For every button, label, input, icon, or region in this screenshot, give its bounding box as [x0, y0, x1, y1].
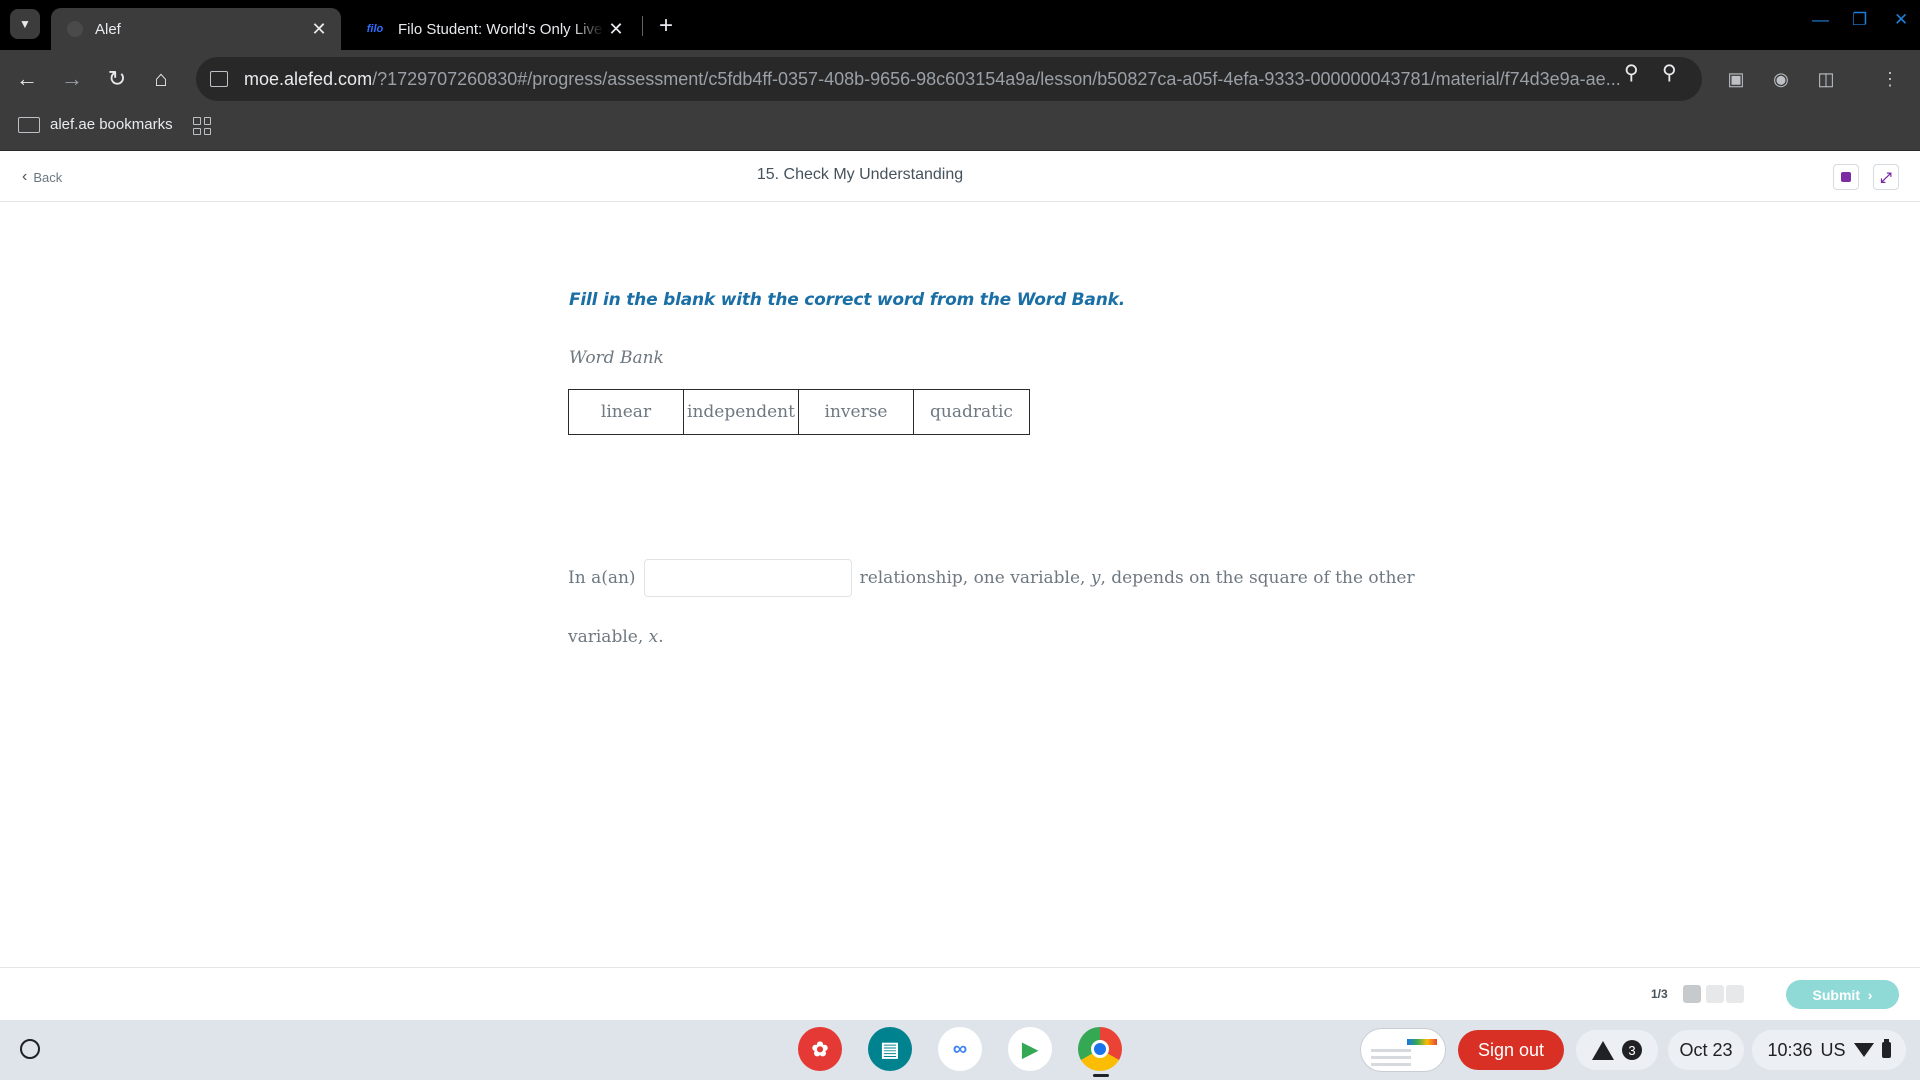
- back-arrow-icon[interactable]: ←: [12, 64, 42, 94]
- menu-kebab-icon[interactable]: ⋮: [1878, 67, 1902, 91]
- variable-x: x: [648, 627, 659, 647]
- page-dot-3[interactable]: [1726, 985, 1744, 1003]
- folder-icon: [18, 116, 40, 133]
- url-host: moe.alefed.com: [244, 68, 373, 89]
- close-icon[interactable]: ✕: [604, 19, 628, 40]
- note-icon: [1841, 172, 1851, 182]
- question-area: Fill in the blank with the correct word …: [0, 202, 1920, 967]
- question-instruction: Fill in the blank with the correct word …: [569, 290, 1125, 310]
- word-bank-item: independent: [684, 390, 799, 434]
- sentence-line2: variable,: [568, 627, 644, 647]
- lesson-header: ‹ Back 15. Check My Understanding ⤢: [0, 151, 1920, 202]
- bookmark-folder-label: alef.ae bookmarks: [50, 116, 173, 133]
- site-info-icon[interactable]: [210, 71, 228, 87]
- sign-out-button[interactable]: Sign out: [1458, 1030, 1564, 1070]
- notes-button[interactable]: [1833, 164, 1859, 190]
- launcher-icon[interactable]: [20, 1039, 40, 1059]
- chrome-icon[interactable]: [1078, 1027, 1122, 1071]
- close-icon[interactable]: ✕: [307, 19, 331, 40]
- tab-alef[interactable]: Alef ✕: [51, 8, 341, 50]
- sentence-after-y: , depends on the square of the other: [1100, 568, 1415, 588]
- page-dot-2[interactable]: [1706, 985, 1724, 1003]
- filo-favicon-icon: filo: [366, 23, 384, 35]
- active-app-indicator: [1093, 1074, 1109, 1077]
- tab-search-button[interactable]: ▼: [10, 9, 40, 39]
- bookmarks-bar: alef.ae bookmarks: [0, 108, 1920, 151]
- home-icon[interactable]: ⌂: [146, 64, 176, 94]
- chevron-right-icon: ›: [1867, 986, 1873, 1003]
- canvas-app-icon[interactable]: ✿: [798, 1027, 842, 1071]
- submit-label: Submit: [1812, 986, 1860, 1003]
- window-close-icon[interactable]: ✕: [1894, 10, 1908, 30]
- answer-blank-input[interactable]: [643, 559, 852, 597]
- zoom-icon[interactable]: ⚲: [1662, 60, 1677, 85]
- browser-tab-strip: ▼ Alef ✕ filo Filo Student: World's Only…: [0, 0, 1920, 50]
- os-shelf: ✿ ▤ ∞ ▶ Sign out 3 Oct 23 10:36 US: [0, 1020, 1920, 1080]
- variable-y: y: [1090, 568, 1101, 588]
- notification-tray[interactable]: 3: [1576, 1030, 1658, 1070]
- forward-arrow-icon[interactable]: →: [57, 64, 87, 94]
- restore-icon[interactable]: ❐: [1852, 10, 1867, 30]
- word-bank-item: inverse: [799, 390, 914, 434]
- expand-icon: ⤢: [1880, 168, 1892, 185]
- question-sentence-line2: variable, x.: [568, 627, 664, 647]
- extension-shield-icon[interactable]: ◉: [1769, 67, 1793, 91]
- url-path: /?1729707260830#/progress/assessment/c5f…: [372, 68, 1621, 89]
- question-sentence: In a(an) relationship, one variable, y, …: [568, 559, 1415, 597]
- tab-title: Alef: [95, 20, 121, 38]
- reload-icon[interactable]: ↻: [102, 64, 132, 94]
- address-bar[interactable]: moe.alefed.com/?1729707260830#/progress/…: [196, 57, 1702, 101]
- apps-grid-icon[interactable]: [193, 117, 211, 135]
- location-pin-icon[interactable]: ⚲: [1624, 60, 1639, 85]
- play-store-icon[interactable]: ▶: [1008, 1027, 1052, 1071]
- bookmark-folder[interactable]: alef.ae bookmarks: [18, 116, 173, 133]
- wifi-icon: [1853, 1043, 1874, 1057]
- status-tray[interactable]: 10:36 US: [1752, 1030, 1906, 1070]
- news-app-icon[interactable]: ▤: [868, 1027, 912, 1071]
- page-dot-1[interactable]: [1683, 985, 1701, 1003]
- word-bank-item: linear: [569, 390, 684, 434]
- tab-title: Filo Student: World's Only Live Instant …: [398, 20, 604, 38]
- holding-space-thumbnail[interactable]: [1360, 1028, 1446, 1072]
- url-text[interactable]: moe.alefed.com/?1729707260830#/progress/…: [244, 69, 1644, 90]
- date-tray[interactable]: Oct 23: [1668, 1030, 1744, 1070]
- page-title: 15. Check My Understanding: [756, 166, 964, 183]
- tab-separator: [642, 16, 643, 36]
- submit-button[interactable]: Submit ›: [1786, 980, 1899, 1009]
- question-footer: 1/3 Submit ›: [0, 967, 1920, 1020]
- puzzle-extensions-icon[interactable]: ◫: [1814, 67, 1838, 91]
- chevron-down-icon: ▼: [19, 17, 31, 31]
- word-bank-item: quadratic: [930, 402, 1013, 422]
- link-app-icon[interactable]: ∞: [938, 1027, 982, 1071]
- browser-toolbar: ← → ↻ ⌂ moe.alefed.com/?1729707260830#/p…: [0, 50, 1920, 108]
- sentence-end: .: [658, 627, 664, 647]
- clock-time: 10:36: [1767, 1039, 1813, 1060]
- notification-count: 3: [1622, 1040, 1642, 1060]
- minimize-icon[interactable]: —: [1812, 10, 1829, 30]
- battery-icon: [1881, 1039, 1891, 1058]
- input-locale: US: [1820, 1039, 1846, 1060]
- word-bank-label: Word Bank: [569, 348, 664, 368]
- cast-icon[interactable]: ▣: [1724, 67, 1748, 91]
- fullscreen-button[interactable]: ⤢: [1873, 164, 1899, 190]
- alef-favicon-icon: [67, 21, 83, 37]
- page-counter: 1/3: [1651, 987, 1668, 1001]
- sentence-middle: relationship, one variable,: [859, 568, 1086, 588]
- new-tab-button[interactable]: +: [652, 12, 680, 40]
- sentence-prefix: In a(an): [568, 568, 636, 588]
- word-bank-table: linear independent inverse quadratic: [568, 389, 1030, 435]
- tab-filo[interactable]: filo Filo Student: World's Only Live Ins…: [348, 8, 638, 50]
- warning-icon: [1592, 1040, 1614, 1060]
